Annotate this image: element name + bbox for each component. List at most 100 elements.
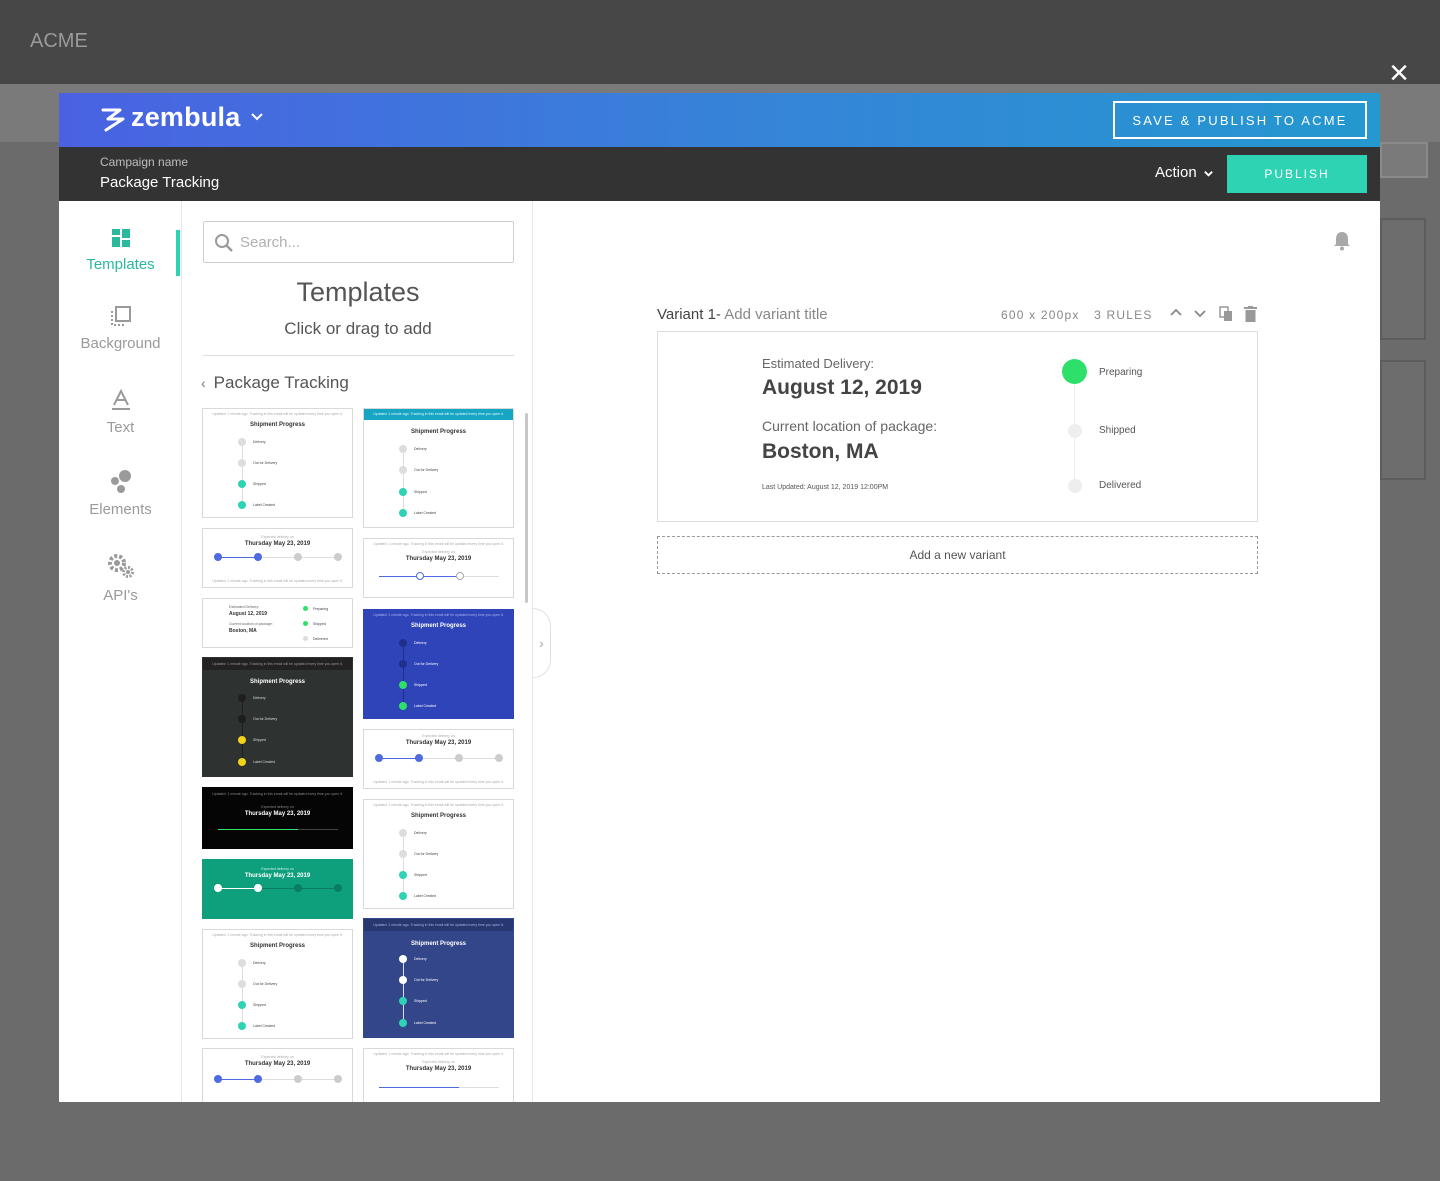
template-thumbnail[interactable]: Expected delivery on Thursday May 23, 20…: [202, 528, 353, 588]
nav-active-indicator: [176, 230, 180, 276]
thumb-title: Shipment Progress: [410, 623, 466, 629]
template-thumbnail[interactable]: Updated: 1 minute ago. Tracking in this …: [363, 408, 514, 528]
template-thumbnail[interactable]: Expected delivery on Thursday May 23, 20…: [363, 729, 514, 789]
breadcrumb-back[interactable]: ‹ Package Tracking: [201, 373, 349, 393]
template-thumbnail[interactable]: Updated: 1 minute ago. Tracking in this …: [363, 799, 514, 909]
thumb-title: Shipment Progress: [410, 429, 466, 435]
thumb-expected: Expected delivery on: [422, 1060, 455, 1064]
thumb-date: Thursday May 23, 2019: [244, 1061, 311, 1067]
step-label: Delivered: [1099, 480, 1142, 491]
chevron-up-icon[interactable]: [1169, 306, 1183, 320]
nav-item-templates[interactable]: Templates: [59, 228, 182, 273]
text-icon: [111, 388, 130, 410]
thumb-label: Out for Delivery: [253, 982, 278, 986]
publish-button[interactable]: PUBLISH: [1227, 155, 1367, 193]
thumb-updated: Updated: 1 minute ago. Tracking in this …: [212, 662, 343, 666]
panel-subtitle: Click or drag to add: [284, 319, 432, 338]
background-card: [1380, 360, 1426, 480]
thumb-label: Delivery: [414, 447, 427, 451]
template-thumbnail[interactable]: Estimated Delivery: August 12, 2019 Curr…: [202, 598, 353, 648]
step-label: Preparing: [1099, 367, 1143, 378]
thumb-label: Label Created: [253, 503, 275, 507]
bell-icon[interactable]: [1333, 231, 1351, 251]
nav-item-background[interactable]: Background: [59, 305, 182, 352]
thumb-label: Label Created: [414, 1021, 436, 1025]
thumb-expected: Expected delivery on: [261, 805, 294, 809]
thumb-date: Thursday May 23, 2019: [405, 1066, 472, 1072]
thumb-label: Out for Delivery: [253, 461, 278, 465]
template-thumbnail[interactable]: Updated: 1 minute ago. Tracking in this …: [202, 408, 353, 518]
template-grid: Updated: 1 minute ago. Tracking in this …: [183, 398, 528, 1102]
variant-title-placeholder[interactable]: Add variant title: [724, 306, 827, 323]
search-icon: [215, 234, 233, 252]
template-thumbnail[interactable]: Updated: 1 minute ago. Tracking in this …: [363, 609, 514, 719]
left-nav: Templates Background Text Elements API's: [59, 201, 182, 1102]
thumb-label: Delivered: [313, 637, 328, 641]
thumb-label: Shipped: [414, 490, 427, 494]
search-input[interactable]: [240, 230, 500, 254]
panel-scrollbar[interactable]: [525, 413, 528, 603]
thumb-updated: Updated: 1 minute ago. Tracking in this …: [373, 412, 504, 416]
variant-title[interactable]: Variant 1- Add variant title: [657, 306, 828, 323]
template-thumbnail[interactable]: Updated: 1 minute ago. Tracking in this …: [363, 1048, 514, 1102]
save-publish-button[interactable]: SAVE & PUBLISH TO ACME: [1113, 101, 1367, 139]
estimated-delivery-label: Estimated Delivery:: [762, 356, 874, 371]
variant-size: 600 x 200px: [1001, 308, 1080, 322]
trash-icon[interactable]: [1244, 306, 1257, 322]
template-thumbnail[interactable]: Expected delivery on Thursday May 23, 20…: [202, 859, 353, 919]
editor-modal: zembula SAVE & PUBLISH TO ACME Campaign …: [59, 93, 1380, 1102]
thumb-label: Out for Delivery: [414, 852, 439, 856]
location-value: Boston, MA: [762, 440, 879, 463]
close-icon[interactable]: ×: [1384, 56, 1414, 90]
thumb-updated: Updated: 1 minute ago. Tracking in this …: [373, 923, 504, 927]
nav-label: Text: [106, 419, 135, 436]
step-label: Shipped: [1099, 425, 1136, 436]
last-updated: Last Updated: August 12, 2019 12:00PM: [762, 484, 889, 491]
nav-item-elements[interactable]: Elements: [59, 469, 182, 518]
thumb-updated: Updated: 1 minute ago. Tracking in this …: [212, 579, 343, 583]
thumb-label: Shipped: [414, 683, 427, 687]
variant-meta: 600 x 200px 3 RULES: [1001, 308, 1153, 322]
templates-panel: Templates Click or drag to add ‹ Package …: [183, 201, 533, 1102]
thumb-label: Preparing: [313, 607, 329, 611]
chevron-down-icon[interactable]: [1193, 306, 1207, 320]
nav-item-apis[interactable]: API's: [59, 553, 182, 604]
add-variant-button[interactable]: Add a new variant: [657, 536, 1258, 574]
thumb-label: Boston, MA: [229, 628, 257, 634]
nav-item-text[interactable]: Text: [59, 388, 182, 436]
template-thumbnail[interactable]: Updated: 1 minute ago. Tracking in this …: [202, 929, 353, 1039]
thumb-label: Delivery: [253, 961, 266, 965]
variant-preview-card[interactable]: Estimated Delivery: August 12, 2019 Curr…: [657, 331, 1258, 522]
gears-icon: [107, 554, 134, 578]
thumb-updated: Updated: 1 minute ago. Tracking in this …: [373, 613, 504, 617]
thumb-label: Label Created: [414, 704, 436, 708]
thumb-date: Thursday May 23, 2019: [244, 811, 311, 817]
background-card: [1380, 218, 1426, 340]
template-thumbnail[interactable]: Updated: 1 minute ago. Tracking in this …: [363, 918, 514, 1038]
thumb-updated: Updated: 1 minute ago. Tracking in this …: [212, 933, 343, 937]
thumb-expected: Expected delivery on: [261, 867, 294, 871]
collapse-panel-handle[interactable]: ›: [533, 608, 551, 678]
thumb-updated: Updated: 1 minute ago. Tracking in this …: [373, 542, 504, 546]
thumb-label: Out for Delivery: [414, 468, 439, 472]
thumb-expected: Expected delivery on: [261, 535, 294, 539]
logo-text[interactable]: zembula: [131, 102, 240, 133]
thumb-expected: Expected delivery on: [261, 1055, 294, 1059]
template-thumbnail[interactable]: Updated: 1 minute ago. Tracking in this …: [363, 538, 514, 598]
template-thumbnail[interactable]: Updated: 1 minute ago. Tracking in this …: [202, 787, 353, 849]
elements-icon: [110, 470, 131, 493]
copy-icon[interactable]: [1219, 306, 1233, 322]
variant-rules[interactable]: 3 RULES: [1094, 308, 1152, 322]
background-icon: [110, 306, 131, 326]
thumb-date: Thursday May 23, 2019: [405, 556, 472, 562]
campaign-bar: Campaign name Package Tracking Action PU…: [59, 147, 1380, 201]
campaign-name[interactable]: Package Tracking: [100, 174, 219, 191]
template-thumbnail[interactable]: Expected delivery on Thursday May 23, 20…: [202, 1048, 353, 1102]
thumb-updated: Updated: 1 minute ago. Tracking in this …: [212, 412, 343, 416]
action-menu[interactable]: Action: [1155, 164, 1214, 181]
template-thumbnail[interactable]: Updated: 1 minute ago. Tracking in this …: [202, 657, 353, 777]
thumb-label: Delivery: [414, 831, 427, 835]
thumb-date: Thursday May 23, 2019: [244, 541, 311, 547]
chevron-down-icon[interactable]: [250, 109, 264, 123]
thumb-date: Thursday May 23, 2019: [405, 740, 472, 746]
